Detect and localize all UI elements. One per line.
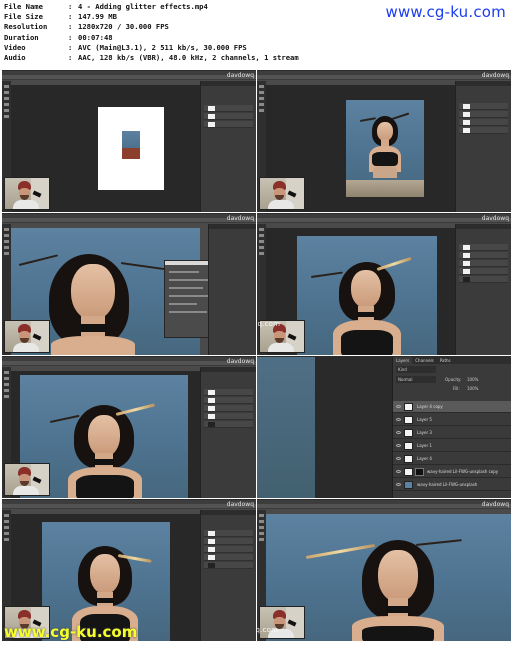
frame-watermark: davdowq <box>226 72 254 79</box>
layer-mask[interactable] <box>415 468 424 476</box>
layer-row[interactable]: Layer 3 <box>393 427 511 439</box>
info-row-audio: Audio: AAC, 128 kb/s (VBR), 48.0 kHz, 2 c… <box>4 53 299 63</box>
eye-icon[interactable] <box>396 418 401 421</box>
opacity-label: Opacity: <box>445 377 462 382</box>
frame-watermark: davdowq.com <box>257 626 279 634</box>
thumbnail-frame-8: davdowq.com davdowq <box>257 499 511 641</box>
layer-row[interactable]: wavy-haired Lil-FWG-unsplash <box>393 479 511 491</box>
thumbnail-frame-4: davdowq.com davdowq <box>257 213 511 355</box>
photo-canvas <box>257 357 315 498</box>
layer-row[interactable]: wavy-haired Lil-FWG-unsplash copy <box>393 466 511 478</box>
instructor-webcam <box>4 320 50 353</box>
eye-icon[interactable] <box>396 483 401 486</box>
photo-canvas <box>346 100 424 197</box>
fill-label: Fill: <box>453 386 460 391</box>
tab-paths[interactable]: Paths <box>437 357 454 364</box>
thumbnail-frame-7: davdowq <box>2 499 256 641</box>
instructor-webcam <box>259 177 305 210</box>
thumbnail-frame-2: davdowq <box>257 70 511 212</box>
photo-thumbnail <box>122 131 140 159</box>
fill-value[interactable]: 100% <box>467 386 478 391</box>
layer-row[interactable]: Layer 4 copy <box>393 401 511 413</box>
instructor-webcam <box>4 177 50 210</box>
tab-layers[interactable]: Layers <box>393 357 413 364</box>
panels-dock <box>200 81 256 212</box>
info-row-duration: Duration:00:07:48 <box>4 32 113 42</box>
file-info-block: File Name:4 - Adding glitter effects.mp4… <box>4 2 299 63</box>
opacity-value[interactable]: 100% <box>467 377 478 382</box>
eye-icon[interactable] <box>396 444 401 447</box>
layer-row[interactable]: Layer 1 <box>393 440 511 452</box>
thumbnail-frame-6: Layers Channels Paths Kind Normal Opacit… <box>257 356 511 498</box>
layer-row[interactable]: Layer 5 <box>393 414 511 426</box>
options-bar <box>2 75 256 80</box>
blend-mode-select[interactable]: Normal <box>396 376 436 383</box>
info-row-video: Video: AVC (Main@L3.1), 2 511 kb/s, 30.00… <box>4 42 247 52</box>
instructor-webcam <box>259 606 305 639</box>
photo-canvas <box>297 236 437 355</box>
tab-channels[interactable]: Channels <box>412 357 437 364</box>
info-row-file-size: File Size:147.99 MB <box>4 12 117 22</box>
thumbnail-frame-3: davdowq <box>2 213 256 355</box>
eye-icon[interactable] <box>396 457 401 460</box>
info-row-resolution: Resolution:1280x720 / 30.000 FPS <box>4 22 169 32</box>
eye-icon[interactable] <box>396 405 401 408</box>
layers-panel: Layers Channels Paths Kind Normal Opacit… <box>392 357 511 498</box>
watermark-bottom: www.cg-ku.com <box>4 623 138 641</box>
instructor-webcam <box>4 463 50 496</box>
frame-watermark: davdowq.com <box>257 320 281 328</box>
watermark-top: www.cg-ku.com <box>385 3 506 21</box>
layer-filter[interactable]: Kind <box>396 366 436 373</box>
eye-icon[interactable] <box>396 470 401 473</box>
thumbnail-frame-5: davdowq <box>2 356 256 498</box>
info-row-file-name: File Name:4 - Adding glitter effects.mp4 <box>4 2 208 11</box>
eye-icon[interactable] <box>396 431 401 434</box>
layer-row[interactable]: Layer 4 <box>393 453 511 465</box>
thumbnail-frame-1: davdowq <box>2 70 256 212</box>
